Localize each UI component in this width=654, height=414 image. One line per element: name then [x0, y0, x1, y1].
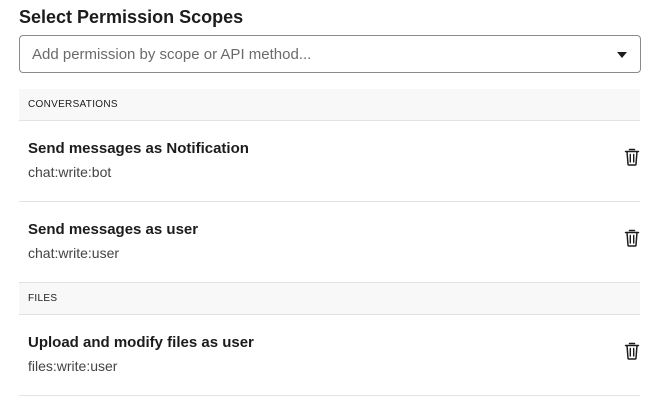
- scope-search-placeholder: Add permission by scope or API method...: [32, 45, 312, 63]
- permission-scopes-panel: Select Permission Scopes Add permission …: [0, 0, 654, 414]
- scope-title: Send messages as Notification: [28, 140, 249, 157]
- trash-icon[interactable]: [624, 148, 640, 166]
- scope-title: Upload and modify files as user: [28, 334, 254, 351]
- page-title: Select Permission Scopes: [19, 7, 244, 27]
- scope-row: Send messages as user chat:write:user: [19, 202, 640, 283]
- scope-row: Upload and modify files as user files:wr…: [19, 315, 640, 396]
- scope-code: files:write:user: [28, 358, 118, 374]
- trash-icon[interactable]: [624, 229, 640, 247]
- scope-code: chat:write:bot: [28, 164, 112, 180]
- chevron-down-icon[interactable]: [617, 52, 627, 58]
- trash-icon[interactable]: [624, 342, 640, 360]
- scope-row: Send messages as Notification chat:write…: [19, 121, 640, 202]
- group-header-conversations: CONVERSATIONS: [19, 89, 640, 121]
- scope-search-select[interactable]: Add permission by scope or API method...: [19, 35, 641, 73]
- scope-title: Send messages as user: [28, 221, 199, 238]
- scope-code: chat:write:user: [28, 245, 120, 261]
- group-header-files: FILES: [19, 283, 640, 315]
